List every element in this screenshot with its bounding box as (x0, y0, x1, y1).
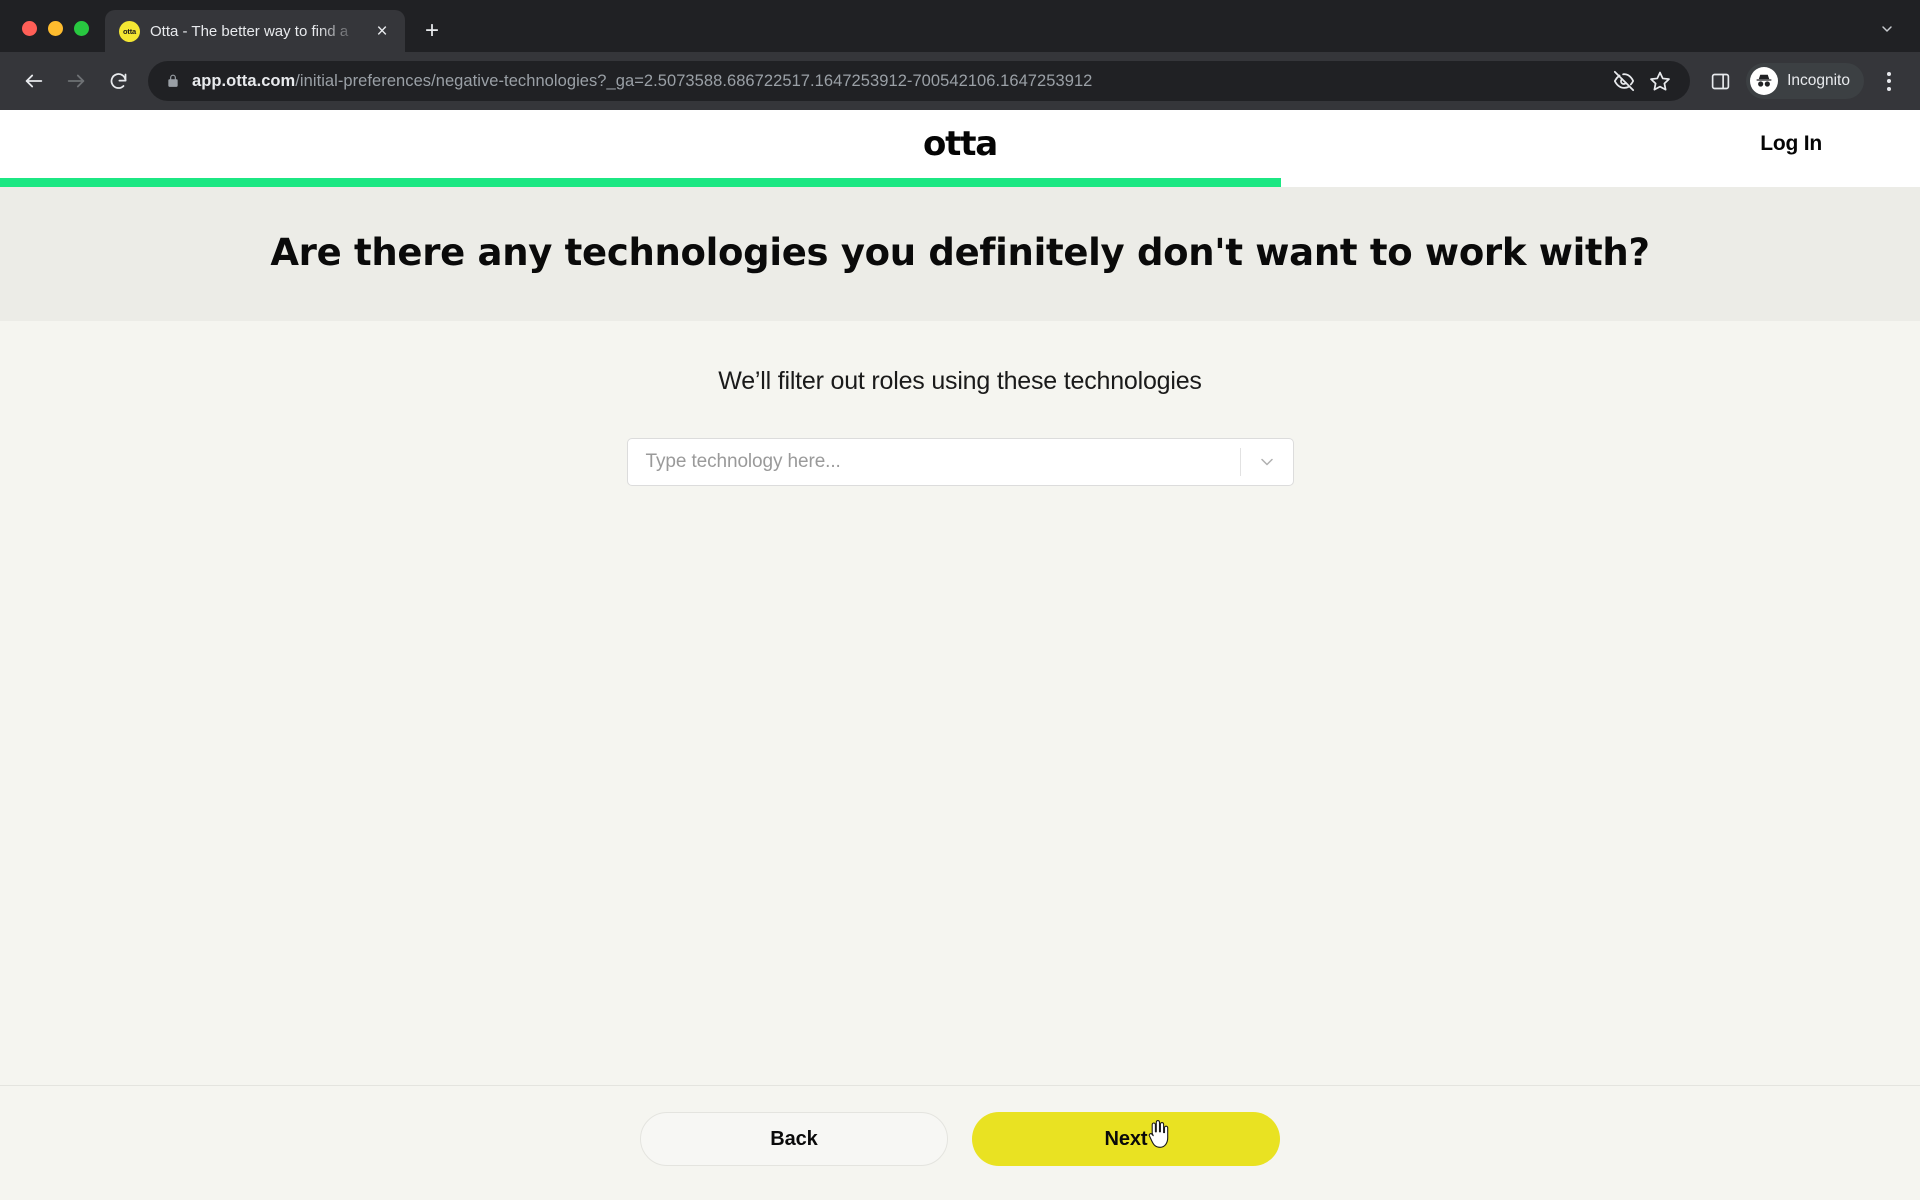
address-bar-actions (1598, 65, 1676, 97)
maximize-window-button[interactable] (74, 21, 89, 36)
tab-title: Otta - The better way to find a (150, 22, 349, 40)
forward-arrow-icon[interactable] (56, 61, 96, 101)
back-arrow-icon[interactable] (14, 61, 54, 101)
technology-select-placeholder: Type technology here... (645, 451, 841, 473)
site-header: otta Log In (0, 110, 1920, 178)
minimize-window-button[interactable] (48, 21, 63, 36)
chevron-down-icon[interactable] (1241, 452, 1293, 472)
technology-select[interactable]: Type technology here... (626, 438, 1294, 487)
main-content: We’ll filter out roles using these techn… (0, 321, 1920, 1085)
star-icon[interactable] (1644, 65, 1676, 97)
url-text: app.otta.com/initial-preferences/negativ… (192, 72, 1092, 91)
incognito-hat-icon (1750, 67, 1779, 95)
onboarding-footer: Back Next (0, 1085, 1920, 1200)
window-controls (14, 21, 105, 52)
page-subtitle: We’ll filter out roles using these techn… (718, 367, 1202, 396)
address-bar[interactable]: app.otta.com/initial-preferences/negativ… (148, 61, 1691, 101)
mouse-pointer-hand-cursor (1148, 1120, 1169, 1148)
otta-favicon-icon: otta (119, 20, 140, 42)
close-window-button[interactable] (22, 21, 37, 36)
otta-logo[interactable]: otta (923, 124, 998, 164)
log-in-link[interactable]: Log In (1760, 132, 1822, 156)
onboarding-progress-fill (0, 178, 1281, 187)
back-button[interactable]: Back (640, 1112, 948, 1166)
hero-section: Are there any technologies you definitel… (0, 187, 1920, 322)
tab-search-chevron-down-icon[interactable] (1870, 12, 1904, 46)
onboarding-progress-bar (0, 178, 1920, 187)
next-button[interactable]: Next (972, 1112, 1280, 1166)
lock-icon (166, 73, 180, 89)
eye-off-icon[interactable] (1608, 65, 1640, 97)
url-host: app.otta.com (192, 71, 296, 90)
page-viewport: otta Log In Are there any technologies y… (0, 110, 1920, 1200)
close-tab-icon[interactable]: × (369, 18, 395, 44)
browser-toolbar: app.otta.com/initial-preferences/negativ… (0, 52, 1920, 110)
browser-window: otta Otta - The better way to find a × +… (0, 0, 1920, 1200)
tab-strip: otta Otta - The better way to find a × + (0, 0, 1920, 52)
browser-tab[interactable]: otta Otta - The better way to find a × (105, 10, 405, 52)
profile-incognito-button[interactable]: Incognito (1746, 63, 1864, 99)
page-title: Are there any technologies you definitel… (270, 231, 1650, 274)
reload-icon[interactable] (98, 61, 138, 101)
incognito-label: Incognito (1787, 72, 1850, 89)
url-path: /initial-preferences/negative-technologi… (295, 71, 1093, 90)
new-tab-button[interactable]: + (415, 14, 449, 48)
next-button-label: Next (1104, 1127, 1148, 1150)
side-panel-icon[interactable] (1702, 63, 1738, 99)
three-dot-menu-icon[interactable] (1872, 63, 1906, 99)
